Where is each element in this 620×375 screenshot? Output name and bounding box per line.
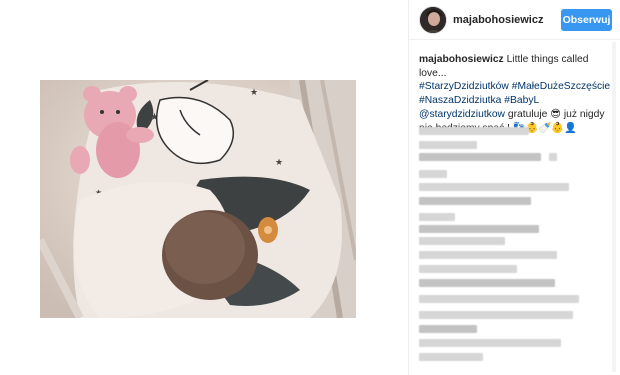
blurred-comment-line	[419, 339, 561, 347]
follow-button[interactable]: Obserwuj	[561, 9, 612, 31]
post-caption: majabohosiewicz Little things called lov…	[419, 53, 617, 135]
blurred-comment-line	[419, 225, 539, 233]
blurred-comment-line	[419, 183, 569, 191]
instagram-post: ★ ★ ★ ★ ★	[0, 0, 620, 375]
hashtag-link[interactable]: #StarzyDzidziutków	[419, 81, 509, 92]
blurred-comment-line	[419, 279, 555, 287]
blurred-comment-line	[419, 295, 579, 303]
profile-photo-icon	[420, 7, 446, 33]
blurred-comment-line	[419, 265, 517, 273]
hashtag-link[interactable]: #BabyL	[504, 95, 539, 106]
avatar[interactable]	[419, 6, 447, 34]
blurred-comment-line	[419, 311, 573, 319]
blurred-comment-line	[419, 353, 483, 361]
blurred-comment-line	[419, 153, 541, 161]
hashtag-link[interactable]: #NaszaDzidziutka	[419, 95, 501, 106]
sidebar-scrollbar[interactable]	[612, 42, 616, 372]
blurred-comment-line	[419, 213, 455, 221]
post-media-area: ★ ★ ★ ★ ★	[0, 0, 408, 375]
post-header: majabohosiewicz Obserwuj	[409, 0, 620, 40]
blurred-comment-line	[419, 197, 531, 205]
blurred-comment-line	[419, 170, 447, 178]
header-username[interactable]: majabohosiewicz	[453, 14, 543, 26]
mention-link[interactable]: @starydzidziutkow	[419, 109, 505, 120]
blurred-comment-line	[419, 237, 505, 245]
post-photo[interactable]: ★ ★ ★ ★ ★	[40, 80, 356, 318]
blurred-comment-line	[419, 141, 477, 149]
blurred-comment-line	[419, 325, 477, 333]
svg-text:★: ★	[250, 88, 258, 98]
blurred-comment-line	[419, 127, 529, 135]
post-sidebar: majabohosiewicz Obserwuj majabohosiewicz…	[409, 0, 620, 375]
hashtag-link[interactable]: #MałeDużeSzczęście	[512, 81, 610, 92]
blurred-comment-line	[419, 251, 557, 259]
svg-text:★: ★	[275, 158, 283, 168]
caption-username[interactable]: majabohosiewicz	[419, 54, 504, 65]
baby-photo-image: ★ ★ ★ ★ ★	[40, 80, 356, 318]
blurred-comment-line	[549, 153, 557, 161]
blurred-comments	[419, 125, 615, 370]
